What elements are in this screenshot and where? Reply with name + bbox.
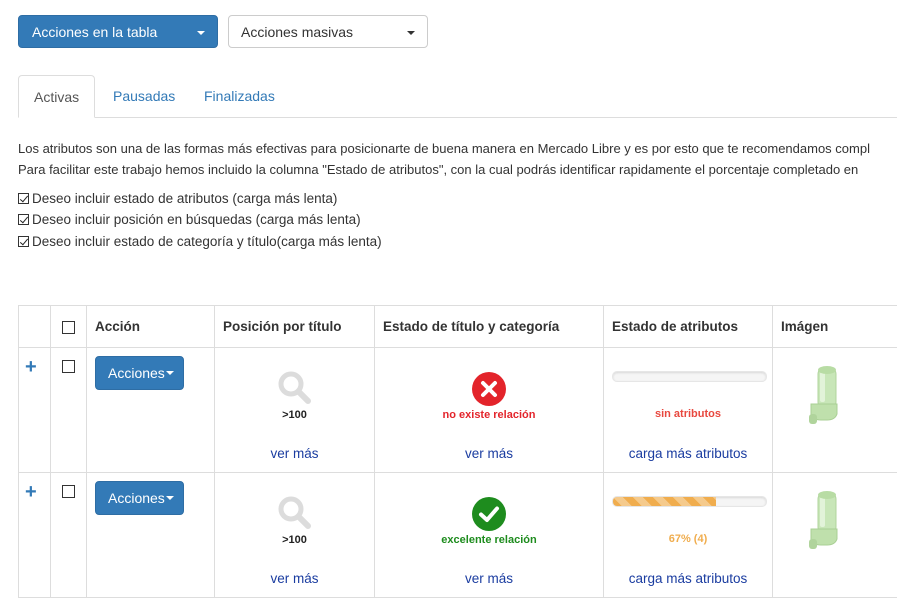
attributes-status-text: 67% (4) [668, 533, 708, 545]
table-actions-dropdown[interactable]: Acciones en la tabla [18, 15, 218, 48]
column-header-imagen: Imágen [772, 305, 897, 348]
row-actions-button[interactable]: Acciones [95, 356, 184, 390]
tab-finalizadas[interactable]: Finalizadas [189, 75, 290, 117]
tab-activas[interactable]: Activas [18, 75, 95, 118]
load-more-attributes-link[interactable]: carga más atributos [604, 446, 772, 461]
expand-plus-icon[interactable]: + [25, 357, 37, 377]
checkbox[interactable] [18, 193, 29, 204]
product-image [809, 366, 838, 424]
row-actions-label: Acciones [108, 365, 165, 381]
x-circle-icon [472, 372, 506, 406]
option-label: Deseo incluir estado de categoría y títu… [32, 234, 382, 249]
table-header-row: Acción Posición por título Estado de tít… [18, 305, 897, 348]
column-header-estado-titulo: Estado de título y categoría [374, 305, 604, 348]
expand-header [18, 305, 51, 348]
chevron-down-icon [197, 31, 205, 35]
category-status-text: excelente relación [441, 534, 537, 546]
description-line: Para facilitar este trabajo hemos inclui… [18, 162, 859, 177]
column-header-posicion: Posición por título [214, 305, 375, 348]
tab-label: Activas [34, 88, 80, 105]
option-category-title-status[interactable]: Deseo incluir estado de categoría y títu… [18, 234, 382, 249]
attributes-progress-bar [612, 496, 767, 507]
search-icon [278, 371, 311, 404]
option-attributes-status[interactable]: Deseo incluir estado de atributos (carga… [18, 191, 337, 206]
position-ver-mas-link[interactable]: ver más [215, 571, 374, 586]
category-ver-mas-link[interactable]: ver más [375, 446, 603, 461]
category-ver-mas-link[interactable]: ver más [375, 571, 603, 586]
column-header-accion: Acción [86, 305, 215, 348]
table-actions-label: Acciones en la tabla [32, 23, 158, 40]
tab-pausadas[interactable]: Pausadas [98, 75, 190, 117]
expand-plus-icon[interactable]: + [25, 482, 37, 502]
listings-table: Acción Posición por título Estado de tít… [18, 305, 897, 598]
attributes-status-text: sin atributos [654, 408, 721, 420]
search-icon [278, 496, 311, 529]
load-more-attributes-link[interactable]: carga más atributos [604, 571, 772, 586]
table-row: + Acciones >100 ver más no existe relaci… [18, 347, 897, 473]
column-header-estado-atributos: Estado de atributos [603, 305, 773, 348]
bulk-actions-label: Acciones masivas [241, 23, 354, 40]
tab-label: Pausadas [113, 88, 176, 104]
attributes-progress-fill [613, 497, 716, 506]
option-search-position[interactable]: Deseo incluir posición en búsquedas (car… [18, 212, 361, 227]
select-all-header [50, 305, 87, 348]
chevron-down-icon [165, 371, 174, 375]
position-value: >100 [282, 409, 307, 421]
chevron-down-icon [165, 496, 174, 500]
option-label: Deseo incluir posición en búsquedas (car… [32, 212, 361, 227]
description-line: Los atributos son una de las formas más … [18, 141, 870, 156]
product-image [809, 491, 838, 549]
attributes-progress-bar [612, 371, 767, 382]
tabs-bar: Activas Pausadas Finalizadas [18, 75, 897, 118]
bulk-actions-dropdown[interactable]: Acciones masivas [228, 15, 428, 48]
row-checkbox[interactable] [62, 485, 75, 498]
row-actions-label: Acciones [108, 490, 165, 506]
attributes-description: Los atributos son una de las formas más … [18, 138, 870, 180]
category-status-text: no existe relación [442, 409, 536, 421]
row-checkbox[interactable] [62, 360, 75, 373]
tab-label: Finalizadas [204, 88, 275, 104]
position-value: >100 [282, 534, 307, 546]
position-ver-mas-link[interactable]: ver más [215, 446, 374, 461]
row-actions-button[interactable]: Acciones [95, 481, 184, 515]
table-row: + Acciones >100 ver más excelente relaci… [18, 472, 897, 598]
option-label: Deseo incluir estado de atributos (carga… [32, 191, 338, 206]
select-all-checkbox[interactable] [62, 320, 75, 334]
chevron-down-icon [407, 31, 415, 35]
checkbox[interactable] [18, 214, 29, 225]
checkbox[interactable] [18, 236, 29, 247]
check-circle-icon [472, 497, 506, 531]
